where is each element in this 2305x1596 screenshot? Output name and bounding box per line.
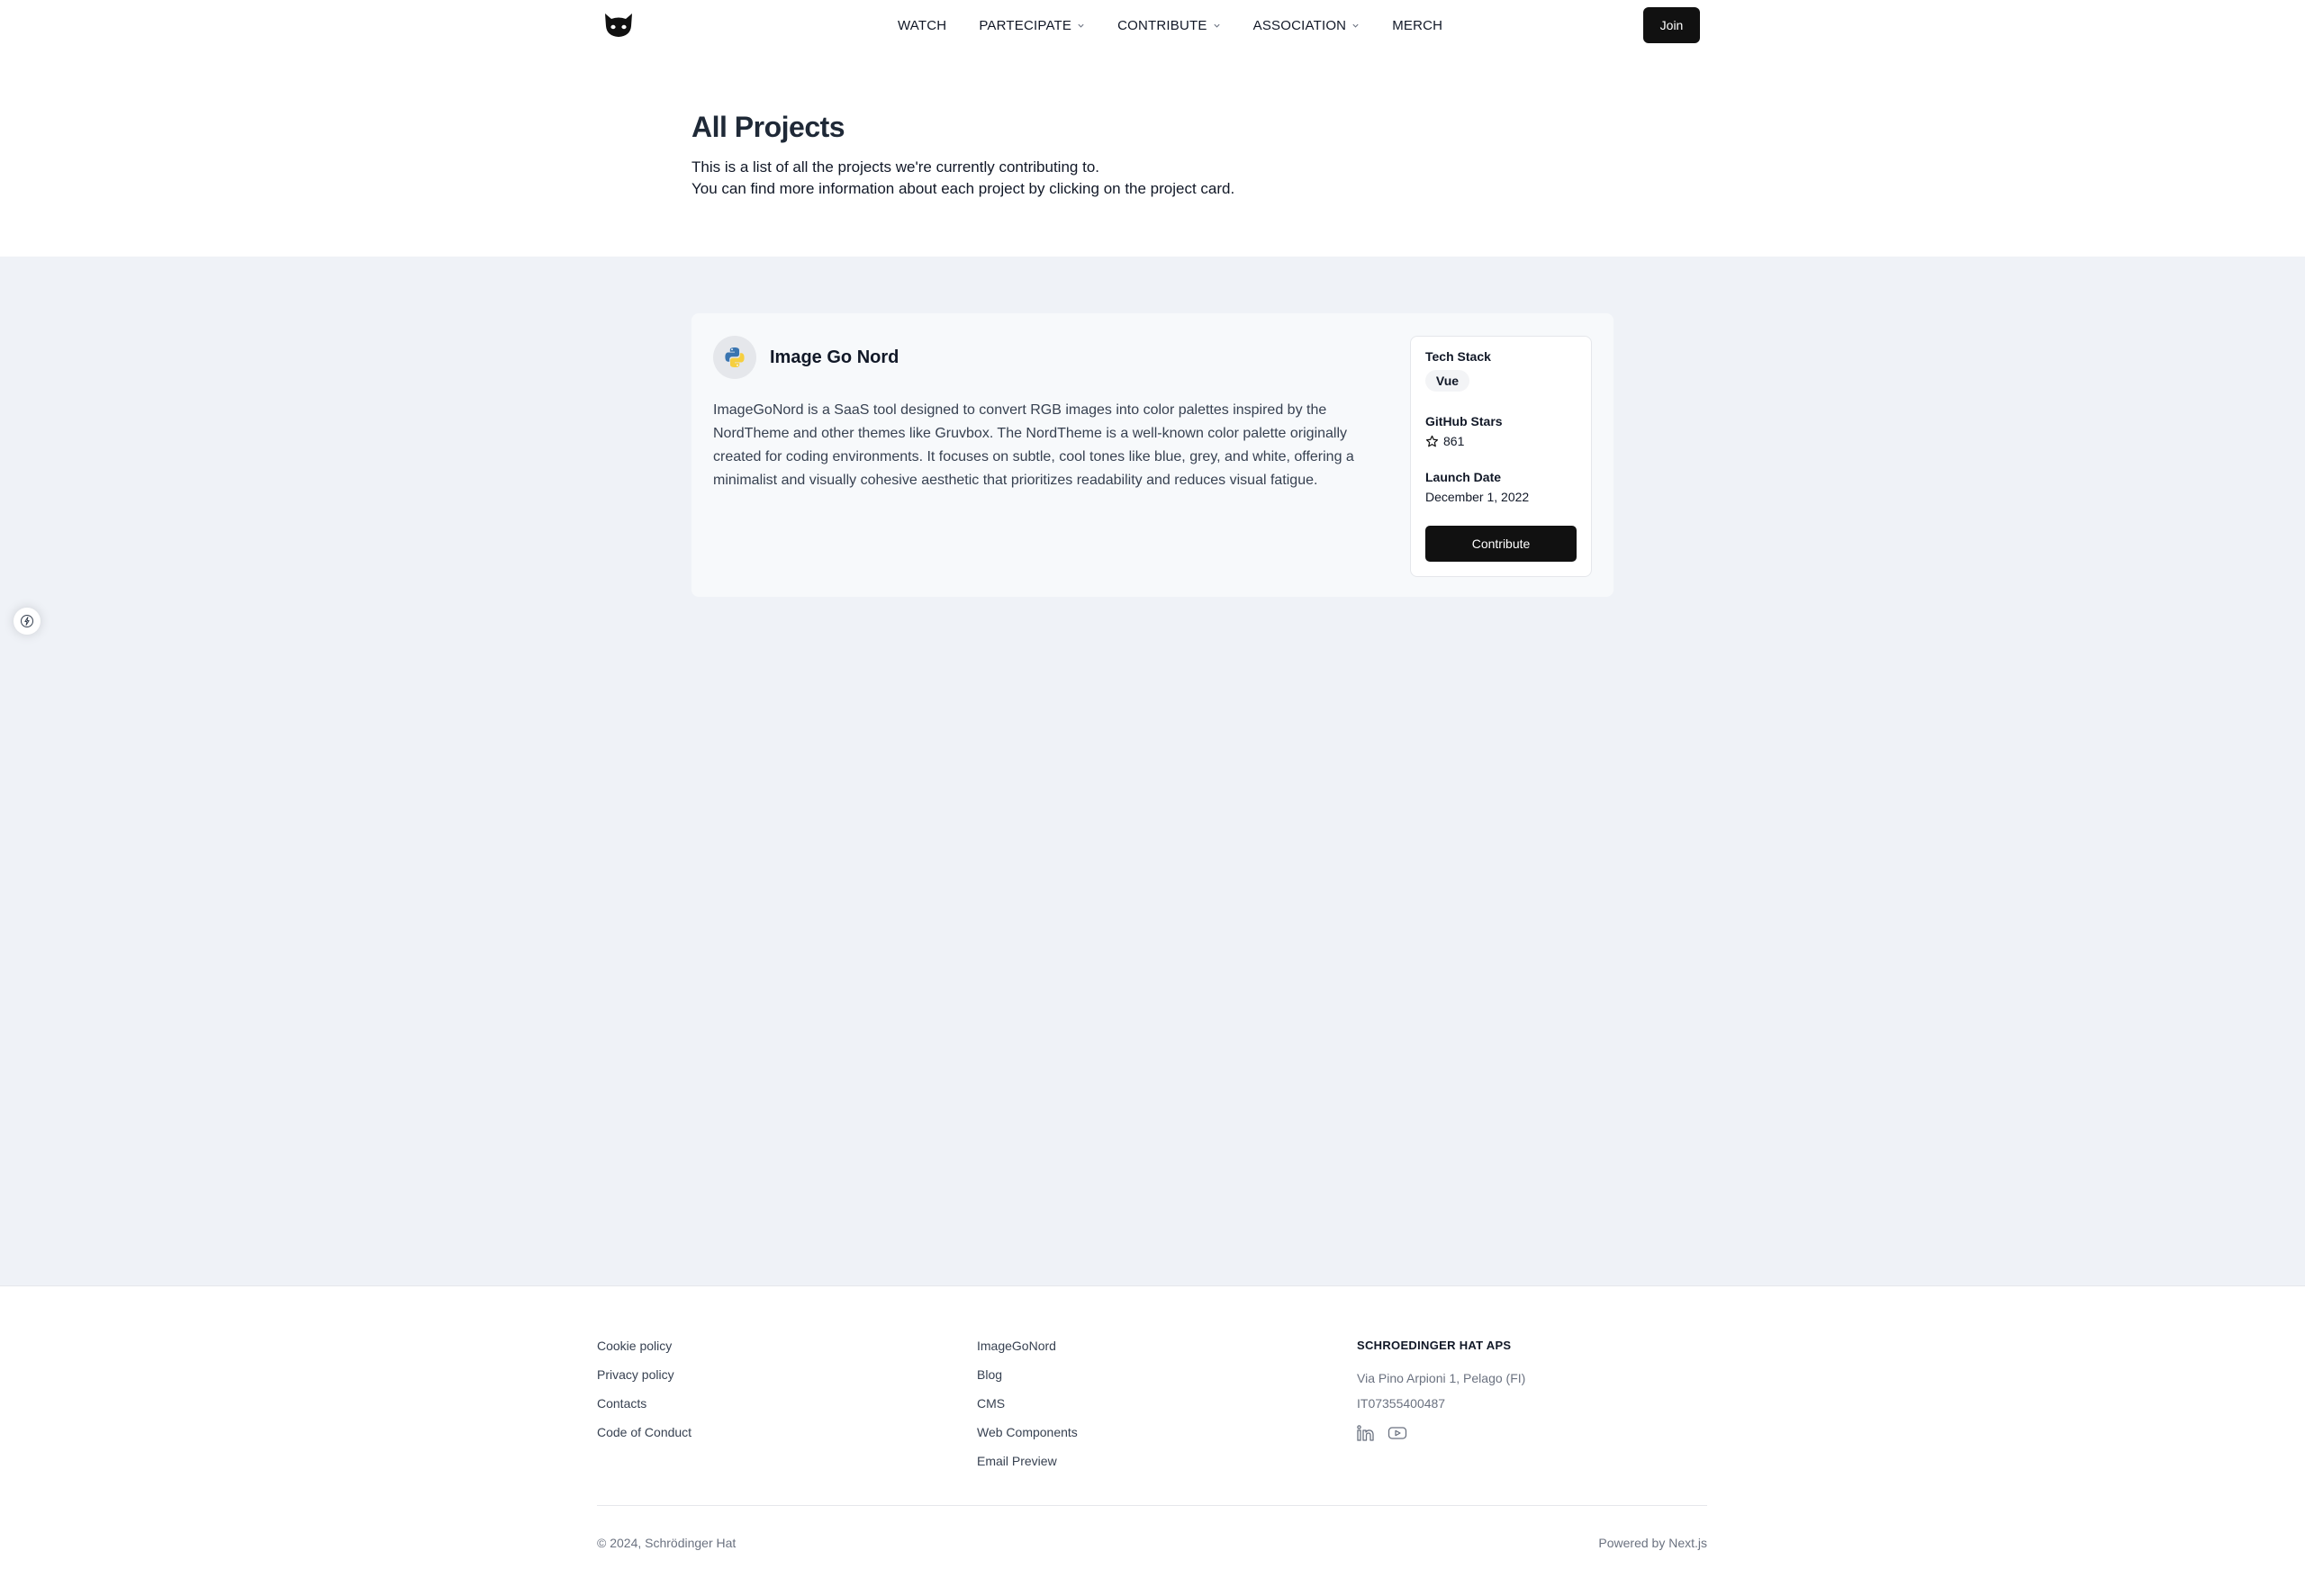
footer-project-links: ImageGoNord Blog CMS Web Components Emai…	[977, 1331, 1078, 1475]
chevron-down-icon	[1352, 23, 1359, 28]
company-vat: IT07355400487	[1357, 1396, 1446, 1411]
nav-item-contribute[interactable]: CONTRIBUTE	[1117, 18, 1221, 33]
nav-item-association[interactable]: ASSOCIATION	[1253, 18, 1360, 33]
footer-link-privacy-policy[interactable]: Privacy policy	[597, 1360, 692, 1389]
launch-date-label: Launch Date	[1425, 470, 1502, 484]
nav-item-merch[interactable]: MERCH	[1392, 18, 1442, 33]
footer-link-web-components[interactable]: Web Components	[977, 1418, 1078, 1447]
nav-item-label: PARTECIPATE	[979, 17, 1072, 33]
footer-link-code-of-conduct[interactable]: Code of Conduct	[597, 1418, 692, 1447]
chevron-down-icon	[1214, 23, 1220, 28]
stars-count: 861	[1443, 434, 1465, 448]
powered-by[interactable]: Powered by Next.js	[1598, 1536, 1707, 1550]
intro-line: This is a list of all the projects we're…	[692, 158, 1099, 176]
cat-logo-icon[interactable]	[603, 12, 634, 39]
project-title[interactable]: Image Go Nord	[770, 347, 899, 368]
launch-date-value: December 1, 2022	[1425, 490, 1530, 504]
footer-link-cookie-policy[interactable]: Cookie policy	[597, 1331, 692, 1360]
projects-section: Image Go Nord ImageGoNord is a SaaS tool…	[0, 257, 2305, 1285]
join-button[interactable]: Join	[1643, 7, 1700, 43]
nav-item-partecipate[interactable]: PARTECIPATE	[979, 18, 1085, 33]
page-header: All Projects This is a list of all the p…	[0, 50, 2305, 257]
tech-stack-label: Tech Stack	[1425, 349, 1491, 364]
footer-divider	[597, 1505, 1707, 1506]
project-details-panel: Tech Stack Vue GitHub Stars 861 Launch D…	[1410, 336, 1592, 577]
footer-link-email-preview[interactable]: Email Preview	[977, 1447, 1078, 1475]
tech-badge: Vue	[1425, 370, 1469, 392]
top-navbar: WATCH PARTECIPATE CONTRIBUTE ASSOCIATION…	[0, 0, 2305, 50]
footer: Cookie policy Privacy policy Contacts Co…	[0, 1285, 2305, 1596]
footer-link-imagegonord[interactable]: ImageGoNord	[977, 1331, 1078, 1360]
social-links	[1357, 1425, 1525, 1446]
nav-links: WATCH PARTECIPATE CONTRIBUTE ASSOCIATION…	[898, 0, 1475, 50]
nav-item-label: CONTRIBUTE	[1117, 17, 1207, 33]
footer-link-blog[interactable]: Blog	[977, 1360, 1078, 1389]
nav-item-label: ASSOCIATION	[1252, 17, 1347, 33]
lightning-icon[interactable]	[14, 608, 41, 635]
footer-legal-links: Cookie policy Privacy policy Contacts Co…	[597, 1331, 692, 1447]
page-intro: This is a list of all the projects we're…	[692, 157, 1234, 200]
nav-item-label: WATCH	[898, 17, 947, 33]
project-description: ImageGoNord is a SaaS tool designed to c…	[713, 402, 1354, 488]
project-card[interactable]: Image Go Nord ImageGoNord is a SaaS tool…	[692, 313, 1614, 597]
footer-link-cms[interactable]: CMS	[977, 1389, 1078, 1418]
github-stars-label: GitHub Stars	[1425, 414, 1503, 428]
company-address: Via Pino Arpioni 1, Pelago (FI)	[1357, 1371, 1526, 1385]
github-stars: 861	[1425, 434, 1464, 448]
footer-company-info: SCHROEDINGER HAT APS Via Pino Arpioni 1,…	[1357, 1331, 1525, 1446]
nav-item-watch[interactable]: WATCH	[898, 18, 946, 33]
company-name: SCHROEDINGER HAT APS	[1357, 1339, 1512, 1352]
contribute-button[interactable]: Contribute	[1425, 526, 1577, 562]
copyright: © 2024, Schrödinger Hat	[597, 1536, 737, 1550]
python-icon	[713, 336, 756, 379]
chevron-down-icon	[1078, 23, 1084, 28]
footer-link-contacts[interactable]: Contacts	[597, 1389, 692, 1418]
star-icon	[1425, 435, 1439, 446]
youtube-icon[interactable]	[1388, 1425, 1407, 1446]
linkedin-icon[interactable]	[1357, 1425, 1375, 1446]
intro-line: You can find more information about each…	[692, 180, 1235, 197]
nav-item-label: MERCH	[1392, 17, 1443, 33]
page-title: All Projects	[692, 111, 845, 143]
